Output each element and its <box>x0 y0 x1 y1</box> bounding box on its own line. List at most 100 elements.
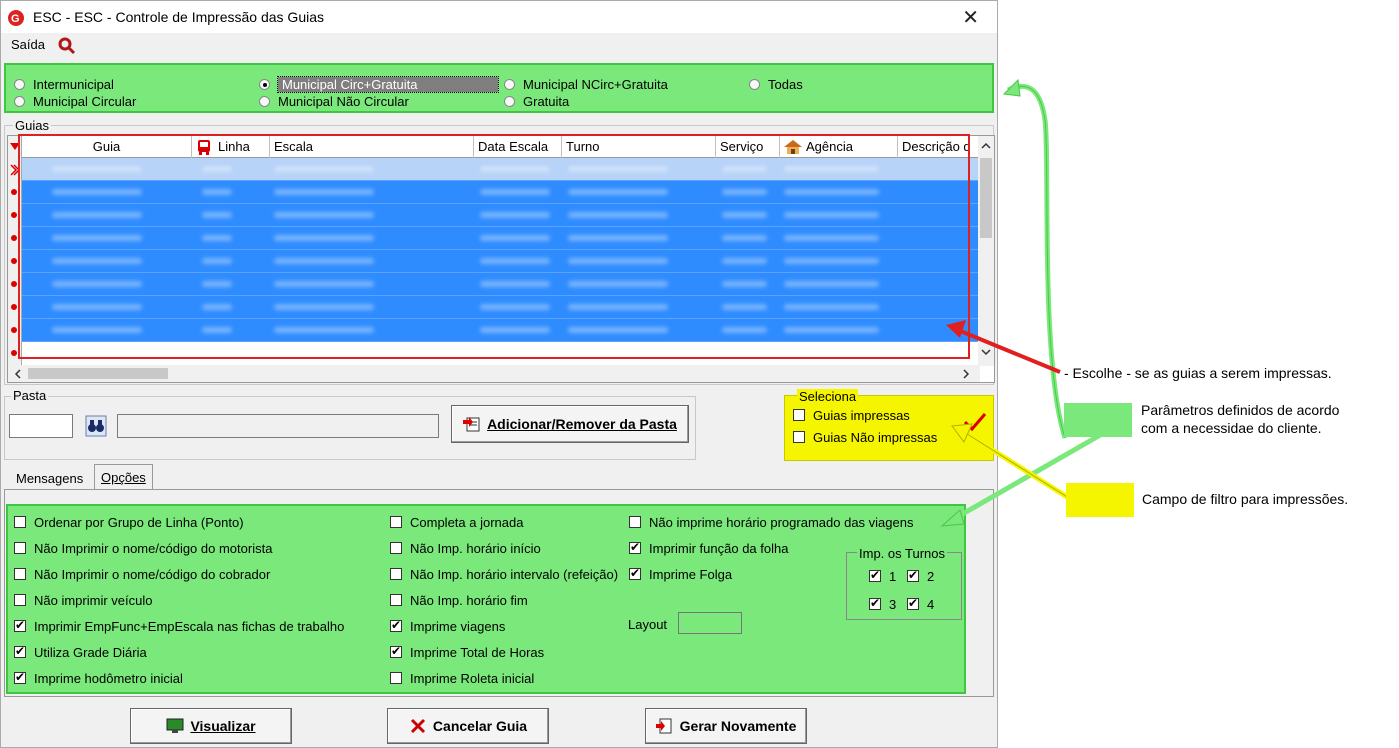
annotation-campo-filtro: Campo de filtro para impressões. <box>1142 491 1349 507</box>
checkbox-box <box>14 516 26 528</box>
radio-municipal-ncirc-gratuita[interactable]: Municipal NCirc+Gratuita <box>504 77 668 92</box>
option-imprime-viagens[interactable]: Imprime viagens <box>390 618 505 634</box>
option-imprime-hodometro[interactable]: Imprime hodômetro inicial <box>14 670 183 686</box>
column-header-data-escala[interactable]: Data Escala <box>474 136 562 158</box>
search-icon[interactable] <box>57 36 77 56</box>
table-row[interactable] <box>22 273 980 296</box>
guias-group: Guias Guia Linha Escala Data Escala Turn… <box>4 118 995 385</box>
option-nao-imprimir-motorista[interactable]: Não Imprimir o nome/código do motorista <box>14 541 272 556</box>
option-utiliza-grade-diaria[interactable]: Utiliza Grade Diária <box>14 644 147 660</box>
turno-4-checkbox[interactable]: 4 <box>907 596 934 612</box>
table-row[interactable] <box>22 204 980 227</box>
option-nao-imprimir-veiculo[interactable]: Não imprimir veículo <box>14 593 152 608</box>
table-row[interactable] <box>22 227 980 250</box>
radio-gratuita[interactable]: Gratuita <box>504 94 569 109</box>
radio-municipal-circ-gratuita[interactable]: Municipal Circ+Gratuita <box>259 76 499 93</box>
radio-dot-selected <box>259 79 270 90</box>
option-nao-imprimir-cobrador[interactable]: Não Imprimir o nome/código do cobrador <box>14 567 270 582</box>
house-icon <box>784 140 802 154</box>
row-indicator-column <box>8 136 22 366</box>
checkbox-box <box>793 431 805 443</box>
pasta-code-input[interactable] <box>9 414 73 438</box>
radio-intermunicipal[interactable]: Intermunicipal <box>14 77 114 92</box>
row-marker <box>11 235 17 241</box>
checkbox-box <box>14 594 26 606</box>
option-nao-imprime-horario-programado[interactable]: Não imprime horário programado das viage… <box>629 515 913 530</box>
turnos-group-label: Imp. os Turnos <box>857 546 947 561</box>
radio-dot <box>504 79 515 90</box>
checkbox-box <box>390 542 402 554</box>
grid-rows <box>22 158 980 342</box>
visualizar-button[interactable]: Visualizar <box>130 708 292 744</box>
annotation-escolhe: - Escolhe - se as guias a serem impressa… <box>1064 365 1332 381</box>
scroll-thumb[interactable] <box>28 368 168 379</box>
bus-icon <box>198 140 210 155</box>
table-row[interactable] <box>22 250 980 273</box>
radio-municipal-circular[interactable]: Municipal Circular <box>14 94 136 109</box>
turno-1-checkbox[interactable]: 1 <box>869 568 896 584</box>
option-imprime-total-horas[interactable]: Imprime Total de Horas <box>390 644 544 660</box>
monitor-icon <box>166 718 184 733</box>
table-row[interactable] <box>22 319 980 342</box>
column-header-servico[interactable]: Serviço <box>716 136 780 158</box>
guias-grid[interactable]: Guia Linha Escala Data Escala Turno Serv… <box>7 135 995 383</box>
option-imprimir-empfunc[interactable]: Imprimir EmpFunc+EmpEscala nas fichas de… <box>14 618 344 634</box>
row-marker <box>11 258 17 264</box>
turno-2-checkbox[interactable]: 2 <box>907 568 934 584</box>
table-row[interactable] <box>22 296 980 319</box>
folder-add-icon <box>463 417 480 432</box>
checkbox-box <box>390 516 402 528</box>
cancelar-guia-button[interactable]: Cancelar Guia <box>387 708 549 744</box>
scroll-left-icon[interactable] <box>14 369 22 379</box>
option-completa-jornada[interactable]: Completa a jornada <box>390 515 523 530</box>
legend-green-box <box>1064 403 1132 437</box>
table-row[interactable] <box>22 158 980 181</box>
gerar-novamente-button[interactable]: Gerar Novamente <box>645 708 807 744</box>
option-imprimir-funcao-folha[interactable]: Imprimir função da folha <box>629 540 788 556</box>
horizontal-scrollbar[interactable] <box>8 365 980 382</box>
annotation-parametros-line1: Parâmetros definidos de acordo <box>1141 402 1340 418</box>
app-logo-icon: G <box>8 10 24 26</box>
radio-dot <box>504 96 515 107</box>
option-nao-imp-horario-fim[interactable]: Não Imp. horário fim <box>390 593 528 608</box>
sort-arrow-icon <box>10 143 20 150</box>
grid-body: Guia Linha Escala Data Escala Turno Serv… <box>22 136 980 366</box>
pasta-group-label: Pasta <box>11 388 49 403</box>
column-header-escala[interactable]: Escala <box>270 136 474 158</box>
column-header-guia[interactable]: Guia <box>22 136 192 158</box>
grid-header: Guia Linha Escala Data Escala Turno Serv… <box>22 136 980 158</box>
close-icon[interactable]: ✕ <box>962 5 979 30</box>
checkbox-box <box>14 568 26 580</box>
window-title: ESC - ESC - Controle de Impressão das Gu… <box>33 9 325 25</box>
checkbox-box-checked <box>629 540 641 554</box>
checkbox-box-checked <box>907 596 919 610</box>
option-imprime-roleta-inicial[interactable]: Imprime Roleta inicial <box>390 671 534 686</box>
column-header-linha[interactable]: Linha <box>192 136 270 158</box>
table-row[interactable] <box>22 181 980 204</box>
checkbox-box <box>793 409 805 421</box>
radio-todas[interactable]: Todas <box>749 77 803 92</box>
radio-dot <box>14 79 25 90</box>
layout-input[interactable] <box>678 612 742 634</box>
checkbox-guias-nao-impressas[interactable]: Guias Não impressas <box>793 430 937 445</box>
tab-opcoes[interactable]: Opções <box>94 464 153 490</box>
binoculars-icon[interactable] <box>85 415 107 437</box>
checkbox-guias-impressas[interactable]: Guias impressas <box>793 408 910 423</box>
radio-dot <box>14 96 25 107</box>
option-imprime-folga[interactable]: Imprime Folga <box>629 566 732 582</box>
legend-yellow-box <box>1066 483 1134 517</box>
turno-3-checkbox[interactable]: 3 <box>869 596 896 612</box>
option-ordenar-grupo-linha[interactable]: Ordenar por Grupo de Linha (Ponto) <box>14 515 244 530</box>
column-header-agencia[interactable]: Agência <box>780 136 898 158</box>
option-nao-imp-horario-inicio[interactable]: Não Imp. horário início <box>390 541 541 556</box>
column-header-turno[interactable]: Turno <box>562 136 716 158</box>
radio-dot <box>749 79 760 90</box>
turnos-group: Imp. os Turnos 1 2 3 4 <box>846 546 962 620</box>
row-marker <box>11 281 17 287</box>
menu-saida[interactable]: Saída <box>11 37 45 52</box>
checkbox-box-checked <box>14 644 26 658</box>
add-remove-pasta-button[interactable]: Adicionar/Remover da Pasta <box>451 405 689 443</box>
option-nao-imp-horario-intervalo[interactable]: Não Imp. horário intervalo (refeição) <box>390 567 618 582</box>
pasta-group: Pasta Adicionar/Remover da Pasta <box>4 388 696 460</box>
radio-municipal-nao-circular[interactable]: Municipal Não Circular <box>259 94 409 109</box>
